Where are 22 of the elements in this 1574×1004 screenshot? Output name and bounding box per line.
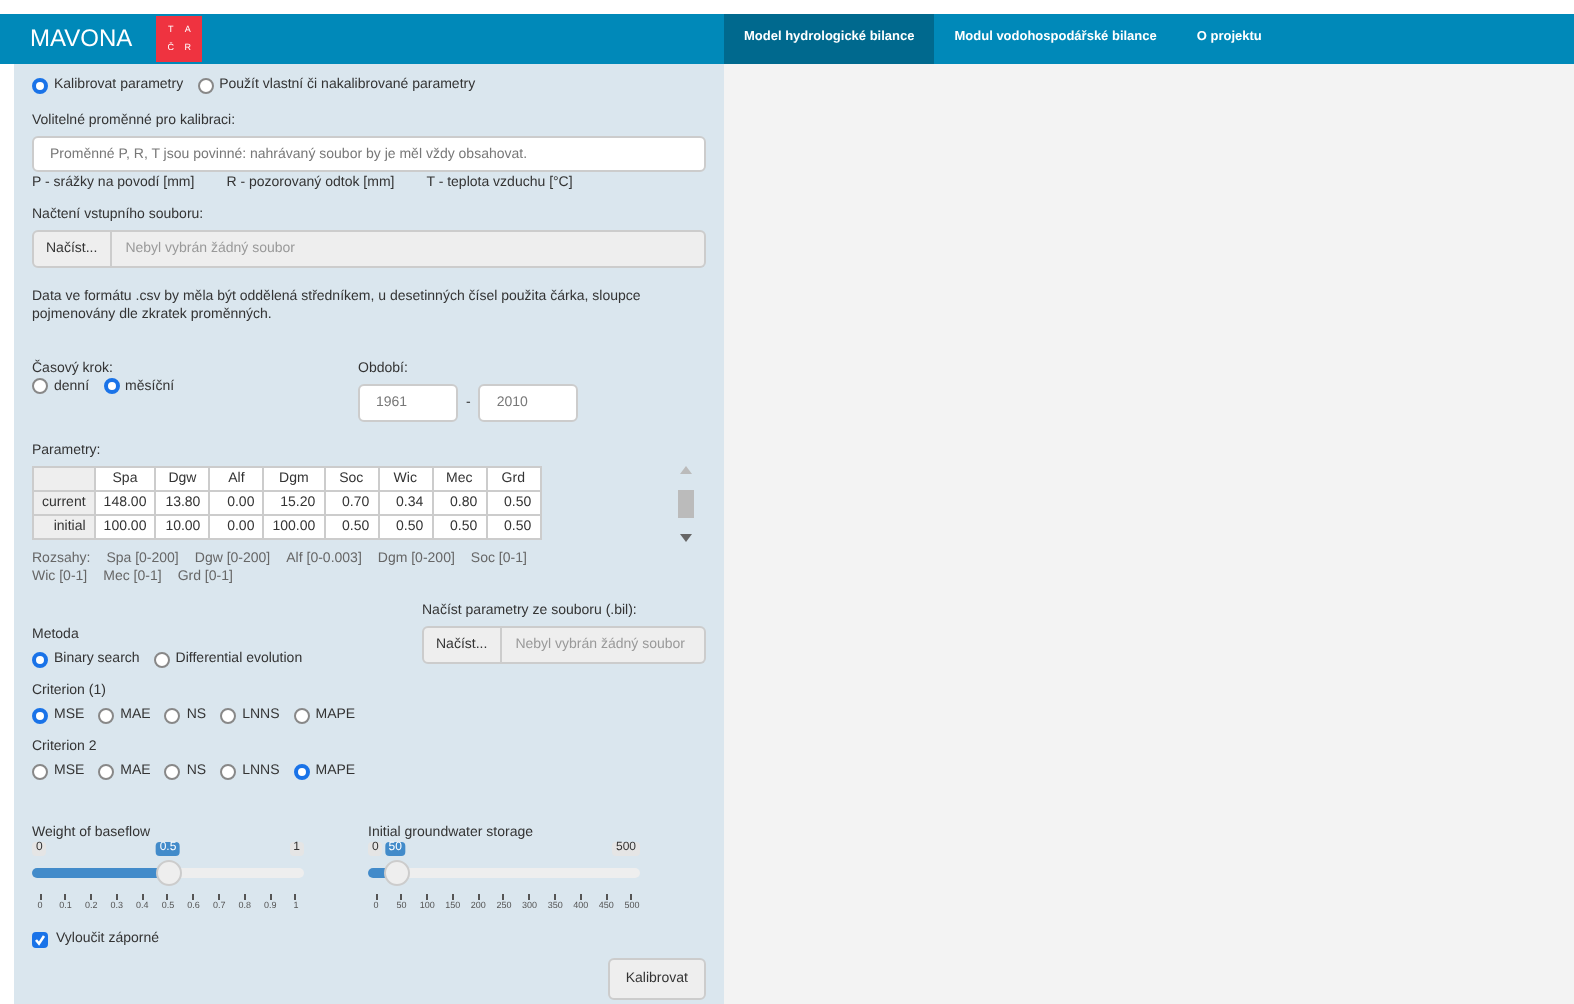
scrollbar-thumb[interactable] xyxy=(677,489,693,518)
slider-handle[interactable] xyxy=(383,859,410,886)
radio-icon[interactable] xyxy=(220,707,237,724)
radio-icon[interactable] xyxy=(293,707,310,724)
radio-icon[interactable] xyxy=(98,763,115,780)
radio-icon[interactable] xyxy=(293,763,310,780)
radio-icon[interactable] xyxy=(153,651,170,668)
radio-icon[interactable] xyxy=(220,763,237,780)
radio-icon[interactable] xyxy=(164,763,181,780)
radio-icon[interactable] xyxy=(32,707,48,724)
radio-icon[interactable] xyxy=(98,707,115,724)
scroll-down-icon[interactable] xyxy=(679,533,691,542)
checkbox-icon[interactable] xyxy=(32,931,48,948)
radio-icon[interactable] xyxy=(103,378,120,395)
slider-handle[interactable] xyxy=(156,859,182,886)
radio-icon[interactable] xyxy=(164,707,181,724)
radio-icon[interactable] xyxy=(32,651,48,668)
radio-icon[interactable] xyxy=(197,77,214,94)
radio-icon[interactable] xyxy=(32,77,48,94)
radio-icon[interactable] xyxy=(32,763,48,780)
radio-icon[interactable] xyxy=(32,378,48,395)
app-title: MAVONA xyxy=(30,23,133,55)
